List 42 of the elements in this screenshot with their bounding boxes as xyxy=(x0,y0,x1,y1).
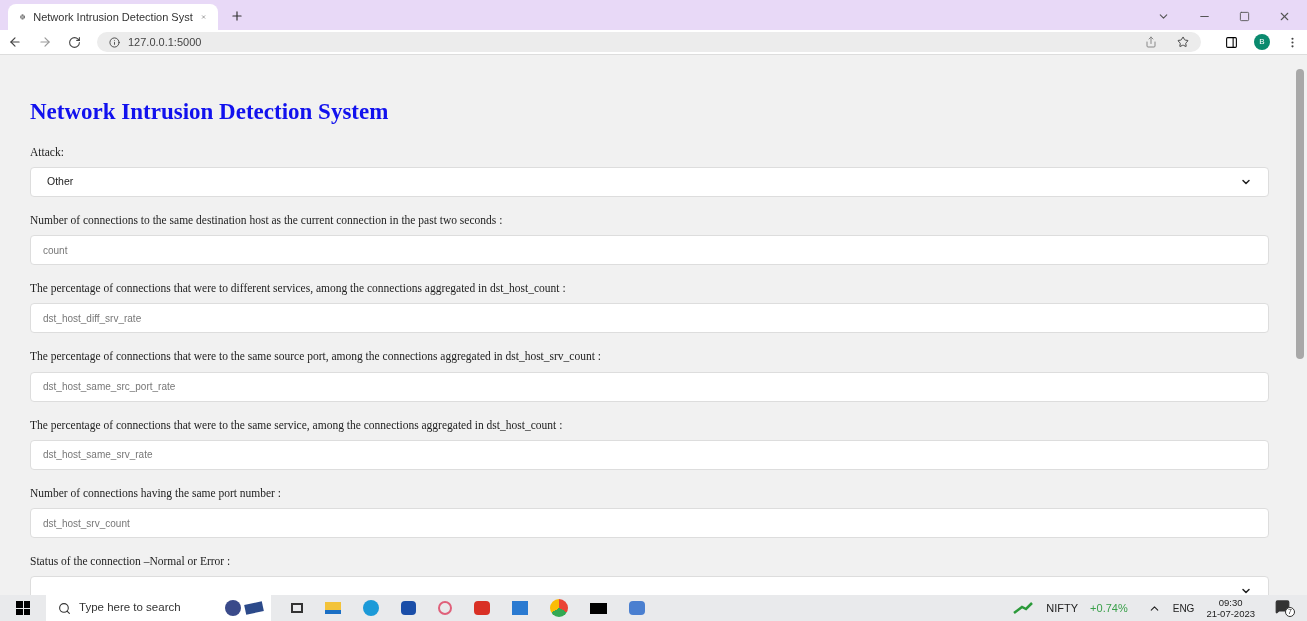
select-field[interactable]: Other xyxy=(30,166,1269,197)
input-field[interactable]: count xyxy=(30,235,1269,265)
field-label: Status of the connection –Normal or Error : xyxy=(30,554,232,569)
tab-title: Network Intrusion Detection Syst xyxy=(33,9,193,25)
ticker-change: +0.74% xyxy=(1090,600,1128,616)
input-field[interactable]: dst_host_same_srv_rate xyxy=(30,439,1269,470)
new-tab-icon[interactable] xyxy=(230,9,244,23)
back-icon[interactable] xyxy=(8,35,22,49)
url-text: 127.0.0.1:5000 xyxy=(128,34,202,50)
browser-tab[interactable]: Network Intrusion Detection Syst xyxy=(8,4,218,30)
field-label: Number of connections to the same destination host as the current connection in the past two seconds : xyxy=(30,212,504,229)
reload-icon[interactable] xyxy=(68,35,81,49)
terminal-icon[interactable] xyxy=(590,602,607,614)
clock-date: 21-07-2023 xyxy=(1206,608,1255,619)
maximize-icon[interactable] xyxy=(1239,11,1250,22)
forward-icon[interactable] xyxy=(38,35,52,49)
address-bar[interactable]: 127.0.0.1:5000 xyxy=(97,32,1201,52)
field-label: The percentage of connections that were to the same service, among the connections aggregated in dst_host_count : xyxy=(30,417,564,434)
taskbar-search[interactable]: Type here to search xyxy=(46,595,216,621)
profile-avatar[interactable]: B xyxy=(1254,34,1270,50)
share-icon[interactable] xyxy=(1145,36,1157,48)
field-label: Attack: xyxy=(30,144,65,160)
task-view-icon[interactable] xyxy=(291,603,303,613)
close-icon[interactable] xyxy=(1278,10,1291,23)
ticker-name: NIFTY xyxy=(1046,600,1079,616)
info-icon xyxy=(109,36,120,48)
input-field[interactable]: dst_host_same_src_port_rate xyxy=(30,371,1269,402)
search-icon xyxy=(58,601,71,615)
bookmark-star-icon[interactable] xyxy=(1177,36,1189,48)
side-panel-icon[interactable] xyxy=(1225,35,1238,49)
input-field[interactable]: dst_host_diff_srv_rate xyxy=(30,303,1269,334)
app-icon[interactable] xyxy=(474,601,490,615)
input-field[interactable]: dst_host_srv_count xyxy=(30,508,1269,538)
field-label: The percentage of connections that were to different services, among the connections aggregated in dst_host_count : xyxy=(30,281,567,297)
language-indicator[interactable]: ENG xyxy=(1172,600,1195,616)
field-label: The percentage of connections that were to the same source port, among the connections aggregated in dst_host_srv_count : xyxy=(30,349,602,365)
clock-time: 09:30 xyxy=(1218,597,1243,608)
page-title: Network Intrusion Detection System xyxy=(30,98,390,126)
windows-start-icon[interactable] xyxy=(16,601,30,615)
chart-trend-icon xyxy=(1012,601,1035,615)
folder-icon[interactable] xyxy=(325,602,341,614)
field-label: Number of connections having the same port number : xyxy=(30,485,283,502)
